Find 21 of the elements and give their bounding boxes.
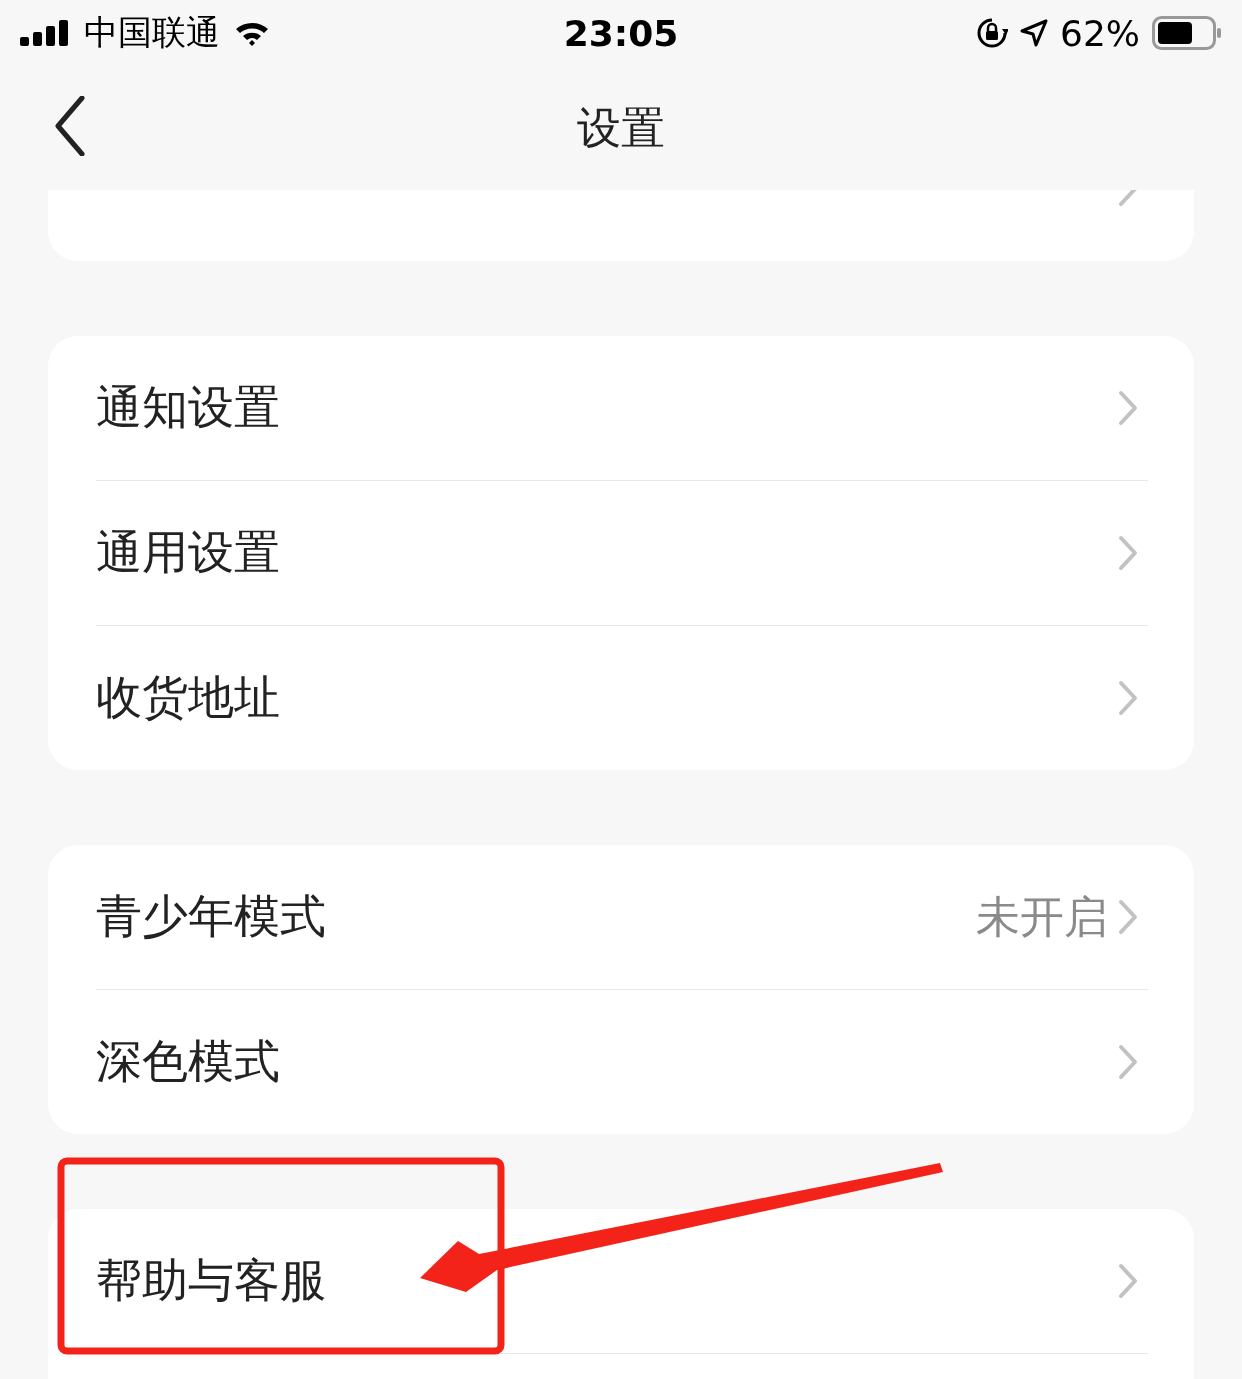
battery-percent: 62%	[1060, 12, 1140, 54]
back-icon[interactable]	[54, 96, 86, 156]
carrier-name: 中国联通	[84, 11, 220, 54]
rotation-lock-icon	[976, 17, 1008, 49]
settings-row[interactable]: 通用设置	[48, 481, 1194, 625]
location-arrow-icon	[1020, 19, 1048, 47]
settings-row[interactable]: 青少年模式 未开启	[48, 845, 1194, 989]
settings-row[interactable]: 深色模式	[48, 990, 1194, 1134]
signal-icon	[20, 20, 70, 46]
chevron-icon	[1118, 680, 1138, 716]
status-time: 23:05	[563, 12, 679, 54]
battery-icon	[1152, 16, 1222, 50]
chevron-icon	[1118, 1263, 1138, 1299]
page-title: 设置	[577, 100, 665, 155]
settings-row[interactable]: 通知设置	[48, 336, 1194, 480]
chevron-icon	[1118, 390, 1138, 426]
chevron-icon	[1118, 535, 1138, 571]
settings-row[interactable]: 帮助与客服	[48, 1209, 1194, 1353]
chevron-icon	[1118, 1044, 1138, 1080]
chevron-icon	[1118, 899, 1138, 935]
settings-row[interactable]: 收货地址	[48, 626, 1194, 770]
